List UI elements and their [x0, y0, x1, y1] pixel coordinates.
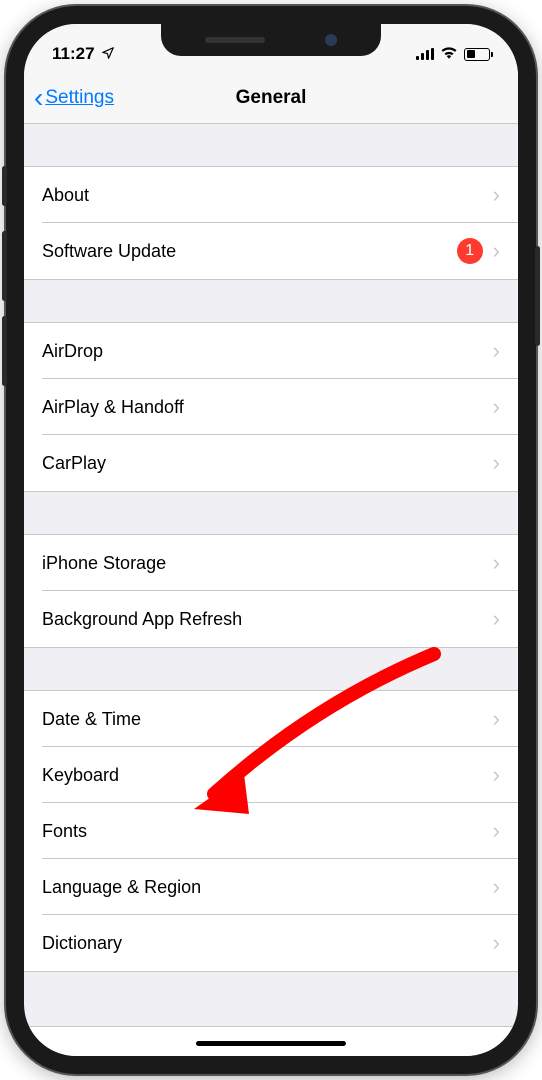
- settings-group: About › Software Update 1 ›: [24, 166, 518, 280]
- wifi-icon: [440, 45, 458, 64]
- row-iphone-storage[interactable]: iPhone Storage ›: [24, 535, 518, 591]
- row-label: Date & Time: [42, 709, 483, 730]
- chevron-right-icon: ›: [493, 762, 500, 788]
- row-software-update[interactable]: Software Update 1 ›: [24, 223, 518, 279]
- chevron-right-icon: ›: [493, 550, 500, 576]
- row-airdrop[interactable]: AirDrop ›: [24, 323, 518, 379]
- chevron-right-icon: ›: [493, 818, 500, 844]
- nav-bar: ‹ Settings General: [24, 72, 518, 124]
- group-spacer: [24, 492, 518, 534]
- status-time: 11:27: [52, 44, 95, 64]
- group-spacer: [24, 124, 518, 166]
- chevron-right-icon: ›: [493, 874, 500, 900]
- row-carplay[interactable]: CarPlay ›: [24, 435, 518, 491]
- volume-up-button: [2, 231, 7, 301]
- status-right: [416, 45, 490, 64]
- row-label: Language & Region: [42, 877, 483, 898]
- chevron-right-icon: ›: [493, 182, 500, 208]
- row-airplay-handoff[interactable]: AirPlay & Handoff ›: [24, 379, 518, 435]
- back-button[interactable]: ‹ Settings: [34, 84, 114, 112]
- row-label: Background App Refresh: [42, 609, 483, 630]
- battery-icon: [464, 48, 490, 61]
- front-camera: [325, 34, 337, 46]
- group-spacer: [24, 280, 518, 322]
- row-keyboard[interactable]: Keyboard ›: [24, 747, 518, 803]
- row-date-time[interactable]: Date & Time ›: [24, 691, 518, 747]
- group-spacer: [24, 972, 518, 992]
- notification-badge: 1: [457, 238, 483, 264]
- settings-group: iPhone Storage › Background App Refresh …: [24, 534, 518, 648]
- row-fonts[interactable]: Fonts ›: [24, 803, 518, 859]
- side-button: [535, 246, 540, 346]
- chevron-right-icon: ›: [493, 706, 500, 732]
- page-title: General: [236, 87, 307, 109]
- location-arrow-icon: [101, 46, 115, 63]
- row-language-region[interactable]: Language & Region ›: [24, 859, 518, 915]
- back-label: Settings: [45, 87, 114, 109]
- mute-switch: [2, 166, 7, 206]
- group-spacer: [24, 648, 518, 690]
- settings-group: AirDrop › AirPlay & Handoff › CarPlay ›: [24, 322, 518, 492]
- notch: [161, 24, 381, 56]
- status-left: 11:27: [52, 44, 115, 64]
- settings-group: Date & Time › Keyboard › Fonts › Languag…: [24, 690, 518, 972]
- row-dictionary[interactable]: Dictionary ›: [24, 915, 518, 971]
- speaker: [205, 37, 265, 43]
- cellular-signal-icon: [416, 48, 434, 60]
- row-label: iPhone Storage: [42, 553, 483, 574]
- chevron-left-icon: ‹: [34, 84, 43, 112]
- row-label: Software Update: [42, 241, 457, 262]
- row-label: AirDrop: [42, 341, 483, 362]
- row-label: About: [42, 185, 483, 206]
- chevron-right-icon: ›: [493, 450, 500, 476]
- volume-down-button: [2, 316, 7, 386]
- row-label: Keyboard: [42, 765, 483, 786]
- device-frame: 11:27 ‹ Settings General: [6, 6, 536, 1074]
- content-scroll[interactable]: About › Software Update 1 › AirDrop › Ai…: [24, 124, 518, 992]
- row-label: CarPlay: [42, 453, 483, 474]
- chevron-right-icon: ›: [493, 238, 500, 264]
- row-label: Fonts: [42, 821, 483, 842]
- chevron-right-icon: ›: [493, 930, 500, 956]
- chevron-right-icon: ›: [493, 606, 500, 632]
- home-indicator[interactable]: [196, 1041, 346, 1046]
- chevron-right-icon: ›: [493, 338, 500, 364]
- chevron-right-icon: ›: [493, 394, 500, 420]
- row-label: Dictionary: [42, 933, 483, 954]
- row-label: AirPlay & Handoff: [42, 397, 483, 418]
- row-background-app-refresh[interactable]: Background App Refresh ›: [24, 591, 518, 647]
- screen: 11:27 ‹ Settings General: [24, 24, 518, 1056]
- row-about[interactable]: About ›: [24, 167, 518, 223]
